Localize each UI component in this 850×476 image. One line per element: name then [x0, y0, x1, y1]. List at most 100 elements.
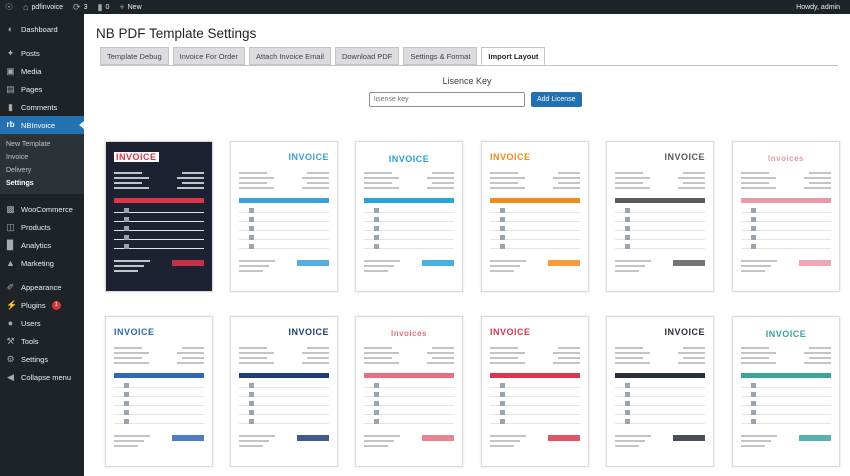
- submenu-settings[interactable]: Settings: [0, 177, 84, 190]
- template-footer-line: [490, 435, 526, 437]
- sidebar-item-plugins[interactable]: ⚡ Plugins 1: [0, 296, 84, 314]
- template-item-row: [741, 208, 831, 213]
- template-card[interactable]: INVOICE: [606, 316, 714, 467]
- pin-icon: ✦: [6, 47, 15, 58]
- sidebar-item-users[interactable]: ● Users: [0, 314, 84, 332]
- template-text-line: [553, 177, 580, 179]
- comments-link[interactable]: ▮ 0: [93, 0, 115, 14]
- collapse-menu-button[interactable]: ◀ Collapse menu: [0, 368, 84, 386]
- woo-icon: ▩: [6, 203, 15, 214]
- template-text-line: [239, 362, 274, 364]
- template-card[interactable]: INVOICE: [606, 141, 714, 292]
- updates-link[interactable]: ⟳ 3: [68, 0, 92, 14]
- sidebar-item-comments[interactable]: ▮ Comments: [0, 98, 84, 116]
- template-card[interactable]: INVOICE: [230, 141, 338, 292]
- template-text-line: [364, 187, 399, 189]
- template-total-block: [799, 435, 831, 441]
- tab-attach-invoice-email[interactable]: Attach Invoice Email: [248, 47, 331, 65]
- template-footer-line: [490, 270, 514, 272]
- new-content-link[interactable]: + New: [114, 0, 146, 14]
- nb-icon: rb: [6, 120, 15, 129]
- template-footer-line: [114, 260, 150, 262]
- sidebar-item-appearance[interactable]: ✐ Appearance: [0, 278, 84, 296]
- template-text-line: [615, 347, 643, 349]
- template-item-row: [615, 217, 705, 222]
- product-thumbnail: [625, 226, 630, 231]
- product-thumbnail: [751, 208, 756, 213]
- template-text-line: [741, 347, 769, 349]
- template-text-line: [239, 347, 267, 349]
- template-text-line: [615, 172, 643, 174]
- product-thumbnail: [625, 419, 630, 424]
- template-text-line: [553, 187, 580, 189]
- wp-logo-menu[interactable]: ☉: [0, 0, 18, 14]
- template-footer-line: [741, 270, 765, 272]
- wordpress-icon: ☉: [5, 1, 14, 12]
- template-card[interactable]: Invoices: [355, 316, 463, 467]
- template-total-block: [172, 435, 204, 441]
- template-text-line: [239, 177, 274, 179]
- template-text-line: [364, 177, 399, 179]
- tab-download-pdf[interactable]: Download PDF: [334, 47, 400, 65]
- template-accent-bar: [741, 198, 831, 203]
- sidebar-item-nbinvoice[interactable]: rb NBInvoice: [0, 116, 84, 134]
- template-item-row: [364, 419, 454, 424]
- template-accent-bar: [114, 373, 204, 378]
- sidebar-item-tools[interactable]: ⚒ Tools: [0, 332, 84, 350]
- template-footer-line: [615, 440, 645, 442]
- template-item-row: [741, 392, 831, 397]
- sidebar-item-media[interactable]: ▣ Media: [0, 62, 84, 80]
- sidebar-item-pages[interactable]: ▤ Pages: [0, 80, 84, 98]
- site-name-link[interactable]: ⌂ pdfinvoice: [18, 0, 68, 14]
- settings-tabs: Template Debug Invoice For Order Attach …: [100, 47, 546, 65]
- template-footer-line: [239, 270, 263, 272]
- submenu-new-template[interactable]: New Template: [0, 138, 84, 151]
- product-thumbnail: [249, 208, 254, 213]
- tab-invoice-for-order[interactable]: Invoice For Order: [172, 47, 245, 65]
- sidebar-item-settings[interactable]: ⚙ Settings: [0, 350, 84, 368]
- template-card[interactable]: INVOICE: [105, 141, 213, 292]
- template-title-text: INVOICE: [765, 329, 807, 339]
- template-text-line: [558, 182, 580, 184]
- tab-import-layout[interactable]: Import Layout: [481, 47, 546, 65]
- template-text-line: [678, 177, 705, 179]
- template-text-line: [809, 172, 831, 174]
- template-text-line: [302, 187, 329, 189]
- template-text-line: [432, 172, 454, 174]
- template-item-row: [741, 401, 831, 406]
- tab-template-debug[interactable]: Template Debug: [100, 47, 169, 65]
- home-icon: ⌂: [23, 1, 29, 12]
- template-item-row: [490, 401, 580, 406]
- template-card[interactable]: INVOICE: [481, 141, 589, 292]
- add-license-button[interactable]: Add License: [531, 92, 582, 107]
- wrench-icon: ⚒: [6, 335, 15, 346]
- template-text-line: [302, 352, 329, 354]
- account-menu[interactable]: Howdy, admin: [791, 0, 850, 14]
- product-thumbnail: [374, 208, 379, 213]
- sidebar-item-marketing[interactable]: ▲ Marketing: [0, 254, 84, 272]
- sidebar-item-analytics[interactable]: ▉ Analytics: [0, 236, 84, 254]
- sidebar-item-dashboard[interactable]: ◐ Dashboard: [0, 20, 84, 38]
- template-card[interactable]: INVOICE: [481, 316, 589, 467]
- submenu-delivery[interactable]: Delivery: [0, 164, 84, 177]
- template-total-block: [548, 260, 580, 266]
- template-card[interactable]: Invoices: [732, 141, 840, 292]
- template-card[interactable]: INVOICE: [105, 316, 213, 467]
- template-card[interactable]: INVOICE: [355, 141, 463, 292]
- template-text-line: [741, 177, 776, 179]
- template-item-row: [364, 244, 454, 249]
- licence-key-input[interactable]: [369, 92, 525, 107]
- product-thumbnail: [249, 383, 254, 388]
- sidebar-item-woocommerce[interactable]: ▩ WooCommerce: [0, 200, 84, 218]
- template-card[interactable]: INVOICE: [230, 316, 338, 467]
- template-card[interactable]: INVOICE: [732, 316, 840, 467]
- tab-settings-format[interactable]: Settings & Format: [403, 47, 478, 65]
- product-thumbnail: [751, 392, 756, 397]
- product-thumbnail: [751, 226, 756, 231]
- template-text-line: [364, 357, 392, 359]
- sidebar-item-posts[interactable]: ✦ Posts: [0, 44, 84, 62]
- submenu-invoice[interactable]: Invoice: [0, 151, 84, 164]
- template-item-row: [364, 401, 454, 406]
- sidebar-item-products[interactable]: ◫ Products: [0, 218, 84, 236]
- admin-bar: ☉ ⌂ pdfinvoice ⟳ 3 ▮ 0 + New Howdy, admin: [0, 0, 850, 14]
